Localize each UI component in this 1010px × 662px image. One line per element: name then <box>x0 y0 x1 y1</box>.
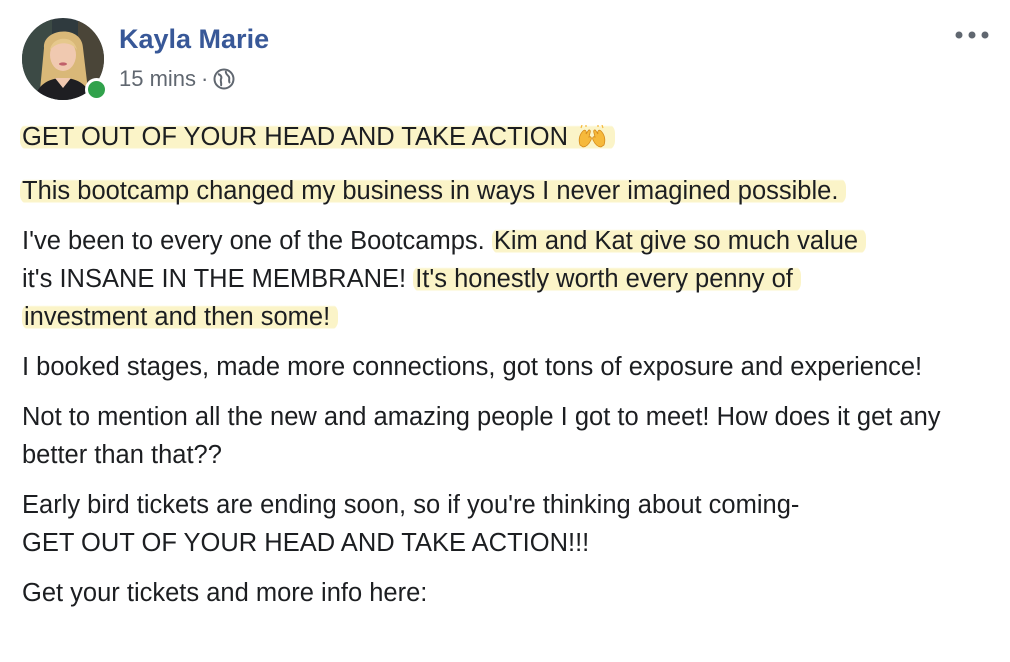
more-options-button[interactable] <box>952 20 992 50</box>
highlighted-text: GET OUT OF YOUR HEAD AND TAKE ACTION <box>20 123 616 151</box>
paragraph-text: Get your tickets and more info here: <box>22 579 428 607</box>
raising-hands-emoji-icon <box>577 122 607 160</box>
highlighted-text: Kim and Kat give so much value <box>491 227 867 255</box>
post-paragraph: I booked stages, made more connections, … <box>22 348 997 386</box>
meta-separator: · <box>201 66 209 91</box>
highlighted-text: This bootcamp changed my business in way… <box>20 177 847 205</box>
post-body: GET OUT OF YOUR HEAD AND TAKE ACTION Thi… <box>20 118 997 624</box>
post-paragraph: This bootcamp changed my business in way… <box>20 172 997 210</box>
post-header: Kayla Marie 15 mins · <box>22 18 992 102</box>
post-meta: 15 mins · <box>119 66 235 92</box>
paragraph-text: GET OUT OF YOUR HEAD AND TAKE ACTION <box>22 123 568 151</box>
post-paragraph: Not to mention all the new and amazing p… <box>22 398 997 474</box>
paragraph-text: Not to mention all the new and amazing p… <box>22 403 941 469</box>
paragraph-text: Early bird tickets are ending soon, so i… <box>22 491 800 519</box>
paragraph-text: I've been to every one of the Bootcamps. <box>22 227 492 255</box>
post-paragraph: GET OUT OF YOUR HEAD AND TAKE ACTION <box>20 118 997 160</box>
post-paragraph: Get your tickets and more info here: <box>22 574 997 612</box>
post-timestamp[interactable]: 15 mins <box>119 66 196 92</box>
more-horizontal-icon <box>955 31 989 39</box>
paragraph-text: GET OUT OF YOUR HEAD AND TAKE ACTION!!! <box>22 529 590 557</box>
post-paragraph: Early bird tickets are ending soon, so i… <box>22 486 997 562</box>
paragraph-text: it's INSANE IN THE MEMBRANE! <box>22 265 414 293</box>
post-paragraph: I've been to every one of the Bootcamps.… <box>22 222 997 336</box>
paragraph-text: I booked stages, made more connections, … <box>22 353 923 381</box>
author-name[interactable]: Kayla Marie <box>119 24 269 55</box>
online-status-indicator <box>85 78 108 101</box>
globe-icon[interactable] <box>213 68 235 90</box>
